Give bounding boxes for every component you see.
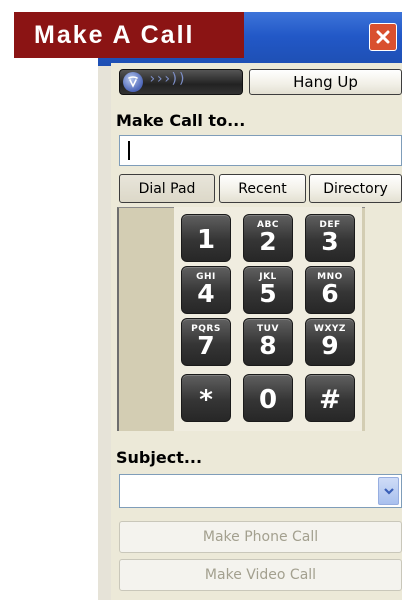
dial-key-digit: 0: [258, 385, 278, 415]
dial-key-hash[interactable]: #: [305, 374, 355, 422]
text-caret: [128, 141, 130, 160]
dial-key-digit: 1: [196, 225, 216, 255]
dial-key-7[interactable]: PQRS 7: [181, 318, 231, 366]
dial-key-digit: 4: [197, 279, 215, 308]
signal-indicator: ›››)): [119, 69, 243, 95]
subject-dropdown[interactable]: [119, 474, 402, 508]
dial-key-2[interactable]: ABC 2: [243, 214, 293, 262]
signal-waves: ›››)): [148, 71, 186, 87]
dial-key-star[interactable]: *: [181, 374, 231, 422]
close-icon: [376, 30, 390, 44]
tab-recent[interactable]: Recent: [219, 174, 306, 203]
dial-key-1[interactable]: 1: [181, 214, 231, 262]
dial-key-0[interactable]: 0: [243, 374, 293, 422]
make-phone-call-button[interactable]: Make Phone Call: [119, 521, 402, 553]
dial-key-3[interactable]: DEF 3: [305, 214, 355, 262]
dial-key-digit: 2: [259, 227, 277, 256]
phone-signal-icon: [123, 72, 143, 92]
dial-key-digit: 5: [259, 279, 277, 308]
dial-key-digit: 3: [321, 227, 339, 256]
hang-up-button[interactable]: Hang Up: [249, 69, 402, 95]
tab-dial-pad[interactable]: Dial Pad: [119, 174, 215, 203]
dial-key-6[interactable]: MNO 6: [305, 266, 355, 314]
close-button[interactable]: [369, 23, 397, 51]
dial-key-5[interactable]: JKL 5: [243, 266, 293, 314]
dial-key-4[interactable]: GHI 4: [181, 266, 231, 314]
make-call-to-label: Make Call to...: [116, 111, 246, 130]
window-title: Make A Call: [14, 12, 244, 58]
dial-key-digit: 6: [321, 279, 339, 308]
dial-key-digit: #: [319, 385, 341, 415]
dial-key-digit: *: [199, 385, 213, 415]
chevron-down-icon: [383, 488, 394, 495]
make-video-call-button[interactable]: Make Video Call: [119, 559, 402, 591]
dial-key-digit: 8: [259, 331, 277, 360]
subject-label: Subject...: [116, 448, 203, 467]
dial-key-digit: 7: [197, 331, 215, 360]
tab-directory[interactable]: Directory: [309, 174, 402, 203]
call-to-input[interactable]: [119, 135, 402, 166]
dial-key-8[interactable]: TUV 8: [243, 318, 293, 366]
dropdown-button[interactable]: [378, 477, 399, 505]
dial-key-9[interactable]: WXYZ 9: [305, 318, 355, 366]
dial-key-digit: 9: [321, 331, 339, 360]
